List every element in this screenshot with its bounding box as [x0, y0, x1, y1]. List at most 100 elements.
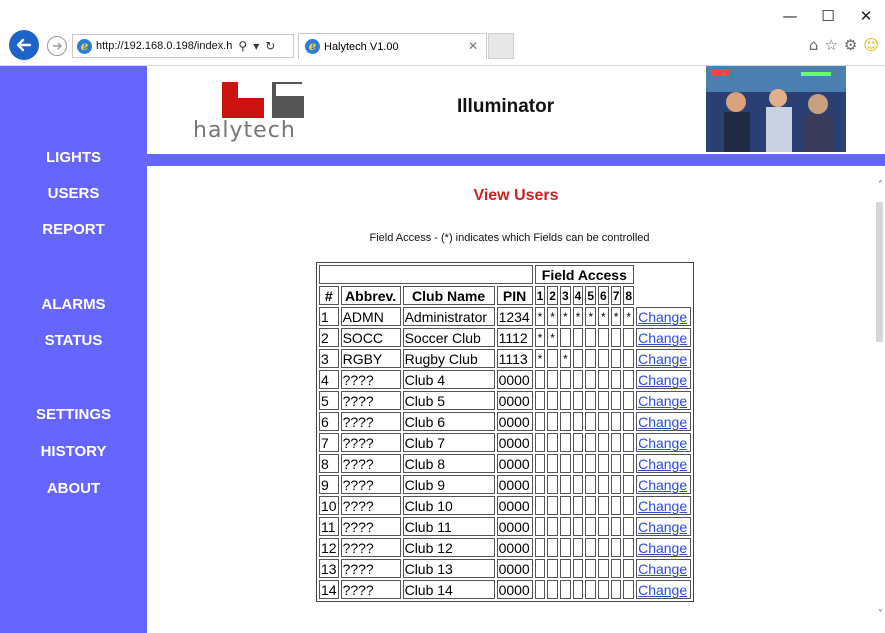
scroll-up-arrow-icon[interactable]: ˄	[878, 180, 883, 191]
user-number-cell: 7	[319, 433, 339, 452]
field-access-cell	[572, 328, 584, 347]
dropdown-icon[interactable]: ▾	[253, 39, 259, 53]
column-header: PIN	[496, 286, 533, 305]
scroll-thumb[interactable]	[876, 202, 883, 342]
action-cell: Change	[636, 433, 692, 452]
change-link[interactable]: Change	[638, 393, 687, 409]
change-link[interactable]: Change	[638, 582, 687, 598]
table-row: 13???? Club 13 0000 Change	[319, 559, 692, 578]
close-button[interactable]: ✕	[847, 4, 885, 28]
field-access-cell	[534, 538, 546, 557]
refresh-icon[interactable]: ↻	[265, 39, 275, 53]
ie-tab-icon: e	[305, 39, 320, 54]
nav-about[interactable]: ABOUT	[0, 480, 147, 497]
club-name-cell: Club 9	[402, 475, 495, 494]
action-cell: Change	[636, 370, 692, 389]
pin-cell: 0000	[496, 412, 533, 431]
field-access-cell	[534, 580, 546, 599]
change-link[interactable]: Change	[638, 456, 687, 472]
field-column-header: 4	[572, 286, 584, 305]
pin-cell: 0000	[496, 391, 533, 410]
field-access-cell	[547, 412, 558, 431]
action-cell: Change	[636, 349, 692, 368]
field-access-cell	[585, 559, 597, 578]
abbrev-cell: ????	[340, 391, 401, 410]
pin-cell: 0000	[496, 370, 533, 389]
change-link[interactable]: Change	[638, 372, 687, 388]
change-link[interactable]: Change	[638, 477, 687, 493]
field-access-cell	[559, 517, 571, 536]
field-access-cell: *	[534, 328, 546, 347]
table-row: 5???? Club 5 0000 Change	[319, 391, 692, 410]
maximize-button[interactable]: ☐	[809, 4, 847, 28]
field-access-cell	[610, 349, 622, 368]
field-access-cell	[610, 454, 622, 473]
user-number-cell: 13	[319, 559, 339, 578]
arrow-right-icon	[53, 42, 62, 50]
nav-history[interactable]: HISTORY	[0, 443, 147, 460]
change-link[interactable]: Change	[638, 498, 687, 514]
field-access-cell	[572, 517, 584, 536]
minimize-button[interactable]: —	[771, 4, 809, 28]
feedback-smiley-icon[interactable]: ☺	[863, 36, 879, 54]
field-access-cell	[534, 496, 546, 515]
field-access-cell	[572, 412, 584, 431]
user-number-cell: 4	[319, 370, 339, 389]
search-icon[interactable]: ⚲	[238, 39, 247, 53]
nav-status[interactable]: STATUS	[0, 332, 147, 349]
change-link[interactable]: Change	[638, 435, 687, 451]
back-button[interactable]	[9, 30, 39, 60]
field-access-cell	[610, 412, 622, 431]
forward-button[interactable]	[47, 36, 67, 56]
nav-settings[interactable]: SETTINGS	[0, 406, 147, 423]
field-access-cell	[534, 475, 546, 494]
field-access-cell	[610, 391, 622, 410]
tab-halytech[interactable]: e Halytech V1.00 ✕	[298, 33, 487, 59]
change-link[interactable]: Change	[638, 540, 687, 556]
pin-cell: 0000	[496, 496, 533, 515]
change-link[interactable]: Change	[638, 561, 687, 577]
field-access-cell	[572, 580, 584, 599]
field-access-cell: *	[610, 307, 622, 326]
address-bar[interactable]: e http://192.168.0.198/index.h ⚲ ▾ ↻	[72, 34, 294, 58]
club-name-cell: Club 13	[402, 559, 495, 578]
club-name-cell: Club 10	[402, 496, 495, 515]
field-access-cell	[572, 433, 584, 452]
new-tab-button[interactable]	[488, 33, 514, 59]
favorites-star-icon[interactable]: ☆	[824, 36, 837, 54]
action-column-header	[636, 286, 691, 305]
field-access-cell	[547, 496, 558, 515]
settings-gear-icon[interactable]: ⚙	[844, 36, 857, 54]
change-link[interactable]: Change	[638, 330, 687, 346]
pin-cell: 1112	[496, 328, 533, 347]
field-access-cell	[610, 559, 622, 578]
field-access-cell	[598, 433, 609, 452]
change-link[interactable]: Change	[638, 309, 687, 325]
field-access-cell: *	[534, 349, 546, 368]
nav-lights[interactable]: LIGHTS	[0, 149, 147, 166]
change-link[interactable]: Change	[638, 519, 687, 535]
field-access-cell	[559, 370, 571, 389]
field-access-cell	[610, 370, 622, 389]
nav-users[interactable]: USERS	[0, 185, 147, 202]
field-access-cell	[598, 580, 609, 599]
change-link[interactable]: Change	[638, 351, 687, 367]
change-link[interactable]: Change	[638, 414, 687, 430]
club-name-cell: Club 11	[402, 517, 495, 536]
field-access-cell	[623, 538, 635, 557]
tab-close-icon[interactable]: ✕	[468, 39, 478, 53]
table-row: 1 ADMN Administrator 1234 * * * * * * * * Change	[319, 307, 692, 326]
nav-alarms[interactable]: ALARMS	[0, 296, 147, 313]
abbrev-cell: ????	[340, 517, 401, 536]
field-access-cell	[572, 349, 584, 368]
nav-report[interactable]: REPORT	[0, 221, 147, 238]
home-icon[interactable]: ⌂	[809, 36, 819, 54]
app-title: Illuminator	[457, 96, 555, 117]
field-access-cell	[547, 475, 558, 494]
field-access-cell: *	[547, 307, 558, 326]
address-text: http://192.168.0.198/index.h	[96, 40, 233, 52]
action-cell: Change	[636, 559, 692, 578]
scroll-down-arrow-icon[interactable]: ˅	[878, 609, 883, 620]
club-name-cell: Club 4	[402, 370, 495, 389]
users-table: Field Access # Abbrev. Club Name PIN 1 2 3 4 5 6 7…	[316, 262, 695, 602]
